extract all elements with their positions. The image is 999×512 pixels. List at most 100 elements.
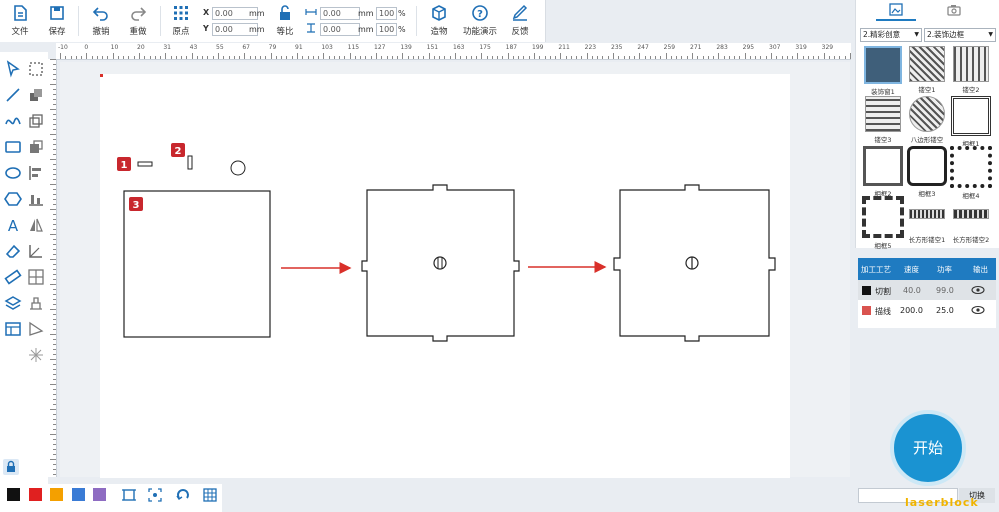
grid-icon[interactable] xyxy=(203,488,217,502)
library-tab-icon[interactable] xyxy=(888,3,904,17)
lock-ratio-button[interactable]: 等比 xyxy=(268,4,302,40)
panel-tool[interactable] xyxy=(4,320,22,338)
save-button[interactable]: 保存 xyxy=(40,4,74,40)
ruler-tick xyxy=(586,53,588,59)
lock-layout-button[interactable] xyxy=(2,458,20,476)
ruler-tick xyxy=(53,264,56,265)
grid-array-tool[interactable] xyxy=(27,268,45,286)
color-swatch-red[interactable] xyxy=(29,488,42,501)
sparkle-tool[interactable] xyxy=(27,346,45,364)
layer-speed: 40.0 xyxy=(903,286,921,295)
x-unit: mm xyxy=(249,9,265,18)
ruler-tick xyxy=(823,53,825,59)
origin-grid-icon xyxy=(174,6,188,20)
small-tab-part[interactable] xyxy=(187,155,193,170)
library-item[interactable]: 相框5 xyxy=(862,196,904,250)
demo-button[interactable]: ? 功能演示 xyxy=(461,4,499,40)
ellipse-tool[interactable] xyxy=(4,164,22,182)
eye-icon[interactable] xyxy=(971,285,985,295)
layers-tool[interactable] xyxy=(4,294,22,312)
layer-row[interactable]: 描线 200.0 25.0 xyxy=(858,300,996,322)
focus-icon[interactable] xyxy=(148,488,162,502)
combine-tool[interactable] xyxy=(27,138,45,156)
panel-with-tabs[interactable] xyxy=(361,184,520,342)
library-item[interactable]: 相框1 xyxy=(950,96,992,148)
mirror-tool[interactable] xyxy=(27,216,45,234)
curve-tool[interactable] xyxy=(4,112,22,130)
eye-icon[interactable] xyxy=(971,305,985,315)
group-tool[interactable] xyxy=(27,86,45,104)
ruler-tick xyxy=(53,214,56,215)
combine-icon xyxy=(30,140,43,153)
color-swatch-black[interactable] xyxy=(7,488,20,501)
color-swatch-blue[interactable] xyxy=(72,488,85,501)
measure-tool[interactable] xyxy=(27,242,45,260)
library-item[interactable]: 镂空1 xyxy=(906,46,948,94)
ruler-tick xyxy=(96,56,98,59)
align-left-tool[interactable] xyxy=(27,164,45,182)
polygon-tool[interactable] xyxy=(4,190,22,208)
drawing-canvas[interactable]: 1 2 3 xyxy=(96,70,790,478)
color-swatch-purple[interactable] xyxy=(93,488,106,501)
rectangle-tool[interactable] xyxy=(4,138,22,156)
eraser-tool[interactable] xyxy=(4,242,22,260)
ruler-tick xyxy=(602,56,604,59)
ruler-tool[interactable] xyxy=(4,268,22,286)
ruler-tick xyxy=(91,56,93,59)
feedback-button[interactable]: 反馈 xyxy=(503,4,537,40)
ruler-tick-label: 259 xyxy=(663,44,676,51)
library-item[interactable]: 相框2 xyxy=(862,146,904,198)
ruler-tick xyxy=(50,209,56,210)
stamp-tool[interactable] xyxy=(27,294,45,312)
rotate-icon[interactable] xyxy=(176,488,190,502)
ruler-tick xyxy=(50,334,56,335)
ruler-tick xyxy=(53,244,56,245)
library-item[interactable]: 镂空2 xyxy=(950,46,992,94)
subcategory-dropdown[interactable]: 2.装饰边框 ▼ xyxy=(924,28,996,42)
ruler-tick xyxy=(839,56,841,59)
redo-button[interactable]: 重做 xyxy=(121,4,155,40)
library-item[interactable]: 长方形镂空1 xyxy=(906,196,948,244)
height-input[interactable]: 0.00 xyxy=(320,23,360,36)
category-dropdown[interactable]: 2.精彩创意 ▼ xyxy=(860,28,922,42)
line-tool[interactable] xyxy=(4,86,22,104)
panel-with-notches[interactable] xyxy=(613,184,776,342)
height-percent-input[interactable]: 100 xyxy=(376,23,397,36)
undo-button[interactable]: 撤销 xyxy=(84,4,118,40)
ruler-tick xyxy=(53,174,56,175)
small-circle-part[interactable] xyxy=(230,160,246,176)
library-item[interactable]: 镂空3 xyxy=(862,96,904,144)
text-tool[interactable]: A xyxy=(4,216,22,234)
width-percent-input[interactable]: 100 xyxy=(376,7,397,20)
small-slot-part[interactable] xyxy=(137,161,153,167)
ruler-tick xyxy=(628,56,630,59)
camera-tab-icon[interactable] xyxy=(946,3,962,17)
square-panel[interactable] xyxy=(123,190,271,338)
ruler-tick xyxy=(53,79,56,80)
build-button[interactable]: 造物 xyxy=(422,4,456,40)
library-item[interactable]: 相框4 xyxy=(950,146,992,200)
ruler-tick xyxy=(53,189,56,190)
ruler-tick xyxy=(254,56,256,59)
width-input[interactable]: 0.00 xyxy=(320,7,360,20)
library-item[interactable]: 长方形镂空2 xyxy=(950,196,992,244)
library-item[interactable]: 八边形镂空 xyxy=(906,96,948,144)
library-item[interactable]: 相框3 xyxy=(906,146,948,198)
copy-tool[interactable] xyxy=(27,112,45,130)
file-button[interactable]: 文件 xyxy=(3,4,37,40)
color-swatch-orange[interactable] xyxy=(50,488,63,501)
redo-icon xyxy=(131,7,147,21)
library-item[interactable]: 装饰窗1 xyxy=(862,46,904,96)
select-tool[interactable] xyxy=(4,60,22,78)
start-button[interactable]: 开始 xyxy=(890,410,966,486)
lock-icon xyxy=(280,5,290,20)
ruler-tick xyxy=(707,56,709,59)
layer-row[interactable]: 切割 40.0 99.0 xyxy=(858,280,996,302)
slice-tool[interactable] xyxy=(27,320,45,338)
ruler-tick xyxy=(53,424,56,425)
ruler-tick xyxy=(423,56,425,59)
origin-button[interactable]: 原点 xyxy=(164,4,198,40)
fit-frame-icon[interactable] xyxy=(122,488,136,502)
align-bottom-tool[interactable] xyxy=(27,190,45,208)
marquee-tool[interactable] xyxy=(27,60,45,78)
